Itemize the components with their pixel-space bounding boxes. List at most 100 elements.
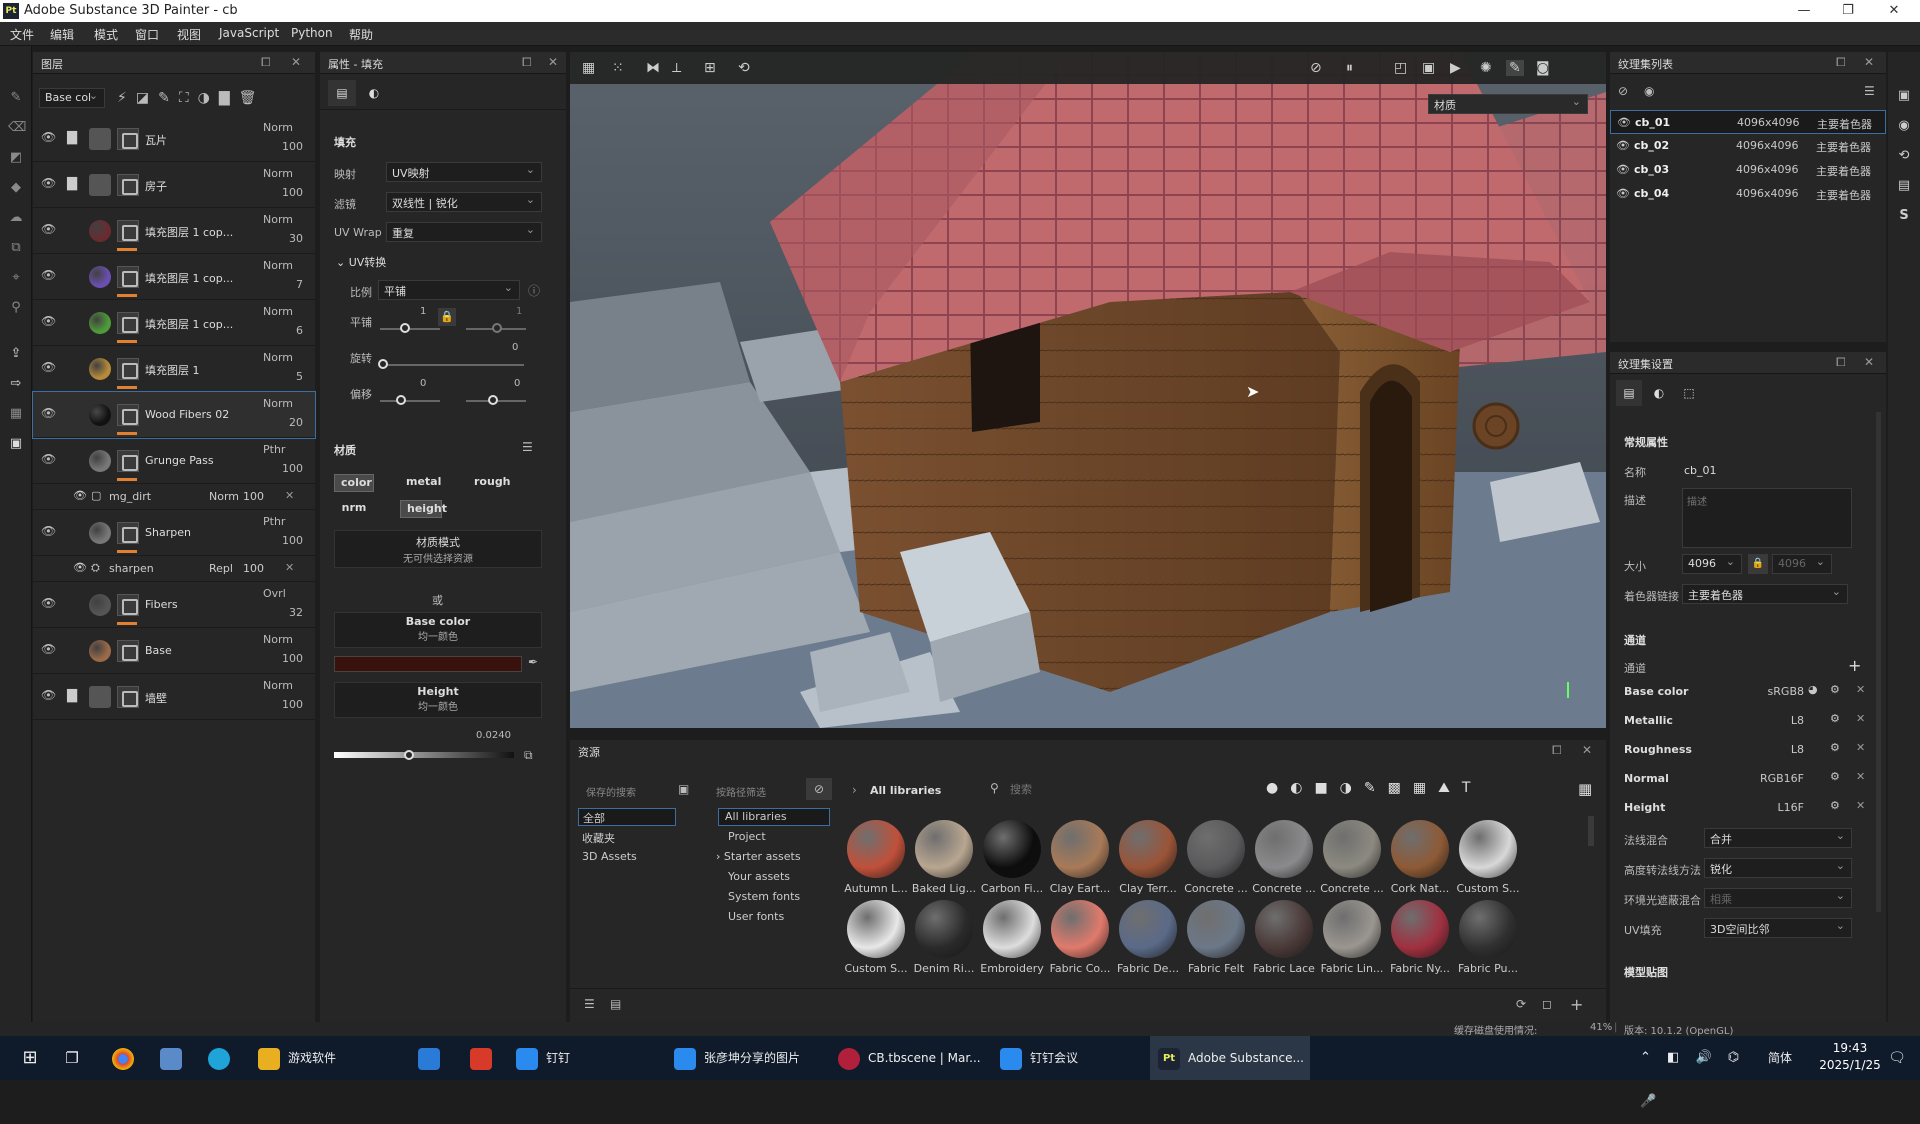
eye-icon[interactable]: 👁 (41, 452, 57, 466)
alphas-icon[interactable]: ▩ (1388, 780, 1413, 796)
opacity-value[interactable]: 20 (273, 416, 303, 429)
add-effect-icon[interactable]: ⚡ (117, 90, 136, 106)
opacity-value[interactable]: 100 (273, 652, 303, 665)
blend-mode[interactable]: Norm (263, 305, 293, 318)
layer-row[interactable]: 👁 填充图层 1 cop... Norm 30 (33, 208, 315, 254)
channel-select[interactable]: Base col (39, 88, 105, 108)
projection-icon[interactable]: ◩ (8, 150, 24, 166)
reset-icon[interactable]: ⧉ (524, 748, 533, 763)
lib-project[interactable]: Project (728, 830, 766, 843)
filter-select[interactable]: 双线性 | 锐化 (386, 192, 542, 212)
tile-slider-2-knob[interactable] (492, 323, 502, 333)
camera-2d-icon[interactable]: ◰ (1394, 60, 1407, 76)
eye-icon[interactable]: 👁 (1616, 139, 1630, 152)
mask-thumbnail[interactable] (117, 128, 139, 150)
eye-icon[interactable]: 👁 (1616, 187, 1630, 200)
close-button[interactable]: ✕ (1874, 0, 1914, 22)
eye-icon[interactable]: 👁 (41, 268, 57, 282)
lib-starter-assets[interactable]: › Starter assets (716, 850, 801, 863)
eraser-icon[interactable]: ⌫ (8, 120, 26, 136)
eye-icon[interactable]: 👁 (41, 360, 57, 374)
channel-settings-icon[interactable]: ⚙ (1830, 683, 1840, 696)
asset-tile[interactable]: Fabric Ny... (1386, 900, 1454, 975)
channel-format[interactable]: L16F (1740, 801, 1804, 814)
asset-tile[interactable]: Fabric Pu... (1454, 900, 1522, 975)
display-settings-icon[interactable]: ◉ (1896, 118, 1912, 134)
add-paint-layer-icon[interactable]: ✎ (158, 90, 179, 106)
scale-select[interactable]: 平铺 (378, 280, 520, 300)
close-panel-icon[interactable]: ✕ (1582, 743, 1592, 757)
layer-row[interactable]: 👁 Wood Fibers 02 Norm 20 (32, 391, 316, 439)
remove-channel-icon[interactable]: ✕ (1856, 712, 1865, 725)
geometry-fill-icon[interactable]: ◆ (8, 180, 24, 196)
lib-system-fonts[interactable]: System fonts (728, 890, 800, 903)
mask-thumbnail[interactable] (117, 174, 139, 196)
effect-blend[interactable]: Norm (209, 490, 239, 503)
opacity-value[interactable]: 30 (273, 232, 303, 245)
clock[interactable]: 19:43 2025/1/25 (1810, 1040, 1890, 1074)
effect-row[interactable]: 👁 ▢ mg_dirt Norm 100 ✕ (33, 484, 315, 510)
asset-tile[interactable]: Embroidery (978, 900, 1046, 975)
smart-materials-icon[interactable]: ◐ (1290, 780, 1314, 796)
eye-icon[interactable]: 👁 (1617, 116, 1631, 129)
mask-thumbnail[interactable] (117, 220, 139, 242)
textures-icon[interactable]: ■ (1314, 780, 1339, 796)
mask-thumbnail[interactable] (117, 404, 139, 426)
mask-thumbnail[interactable] (117, 522, 139, 544)
eye-icon[interactable]: 👁 (73, 489, 87, 502)
remove-channel-icon[interactable]: ✕ (1856, 770, 1865, 783)
tray-icons[interactable]: ⌃ ◧ 🔊 ⌬ 🎤 (1640, 1036, 1770, 1109)
rotation-slider-knob[interactable] (378, 359, 388, 369)
effect-opacity[interactable]: 100 (243, 562, 264, 575)
taskbar-item-images[interactable]: 张彦坤分享的图片 (668, 1036, 828, 1080)
asset-tile[interactable]: Carbon Fi... (978, 820, 1046, 895)
eye-icon[interactable]: 👁 (73, 561, 87, 574)
filter-favorites[interactable]: 收藏夹 (582, 830, 615, 846)
size-lock-icon[interactable]: 🔒 (1748, 554, 1768, 574)
opacity-value[interactable]: 5 (273, 370, 303, 383)
eye-icon[interactable]: 👁 (41, 524, 57, 538)
tab-fill-icon[interactable]: ▤ (328, 80, 356, 106)
menu-window[interactable]: 窗口 (135, 26, 159, 43)
filter-3d-assets[interactable]: 3D Assets (582, 850, 637, 863)
opacity-value[interactable]: 6 (273, 324, 303, 337)
asset-tile[interactable]: Concrete ... (1318, 820, 1386, 895)
video-icon[interactable]: ▶ (1450, 60, 1461, 76)
wps-icon[interactable] (466, 1036, 496, 1080)
close-panel-icon[interactable]: ✕ (291, 55, 301, 69)
pause-icon[interactable]: ⏸ (1346, 60, 1353, 76)
uvwrap-select[interactable]: 重复 (386, 222, 542, 242)
asset-tile[interactable]: Clay Terr... (1114, 820, 1182, 895)
clone-icon[interactable]: ⧉ (8, 240, 24, 256)
asset-tile[interactable]: Fabric Co... (1046, 900, 1114, 975)
taskbar-item-substance[interactable]: Pt Adobe Substance... (1150, 1036, 1310, 1080)
mapping-select[interactable]: UV映射 (386, 162, 542, 182)
store-icon[interactable] (414, 1036, 444, 1080)
close-panel-icon[interactable]: ✕ (548, 55, 558, 69)
search-input[interactable] (1010, 778, 1210, 800)
menu-edit[interactable]: 编辑 (50, 26, 74, 43)
add-channel-icon[interactable]: + (1848, 656, 1861, 675)
opacity-value[interactable]: 100 (273, 462, 303, 475)
grid-view-icon[interactable]: ▦ (1578, 780, 1592, 798)
grids-icon[interactable]: ▦ (1413, 780, 1438, 796)
eye-icon[interactable]: 👁 (41, 406, 57, 420)
layer-row[interactable]: 👁 Sharpen Pthr 100 (33, 510, 315, 556)
hide-filter-icon[interactable]: ⊘ (806, 778, 832, 800)
hide-icon[interactable]: ⊘ (1618, 84, 1628, 98)
blend-mode[interactable]: Norm (263, 351, 293, 364)
task-view-icon[interactable]: ❐ (56, 1036, 88, 1080)
mask-thumbnail[interactable] (117, 358, 139, 380)
taskbar-item-marmoset[interactable]: CB.tbscene | Mar... (832, 1036, 992, 1080)
eye-icon[interactable]: ◉ (1644, 84, 1654, 98)
mask-thumbnail[interactable] (117, 594, 139, 616)
shader-select[interactable]: 主要着色器 (1682, 584, 1848, 604)
layer-row[interactable]: 👁 Fibers Ovrl 32 (33, 582, 315, 628)
asset-tile[interactable]: Cork Nat... (1386, 820, 1454, 895)
texture-set-row[interactable]: 👁 cb_01 4096x4096 主要着色器 (1610, 110, 1886, 134)
menu-javascript[interactable]: JavaScript (219, 26, 279, 40)
normal-mix-select[interactable]: 合并 (1704, 828, 1852, 848)
channel-format[interactable]: sRGB8 (1740, 685, 1804, 698)
texture-set-row[interactable]: 👁 cb_02 4096x4096 主要着色器 (1610, 134, 1886, 158)
opacity-value[interactable]: 100 (273, 186, 303, 199)
